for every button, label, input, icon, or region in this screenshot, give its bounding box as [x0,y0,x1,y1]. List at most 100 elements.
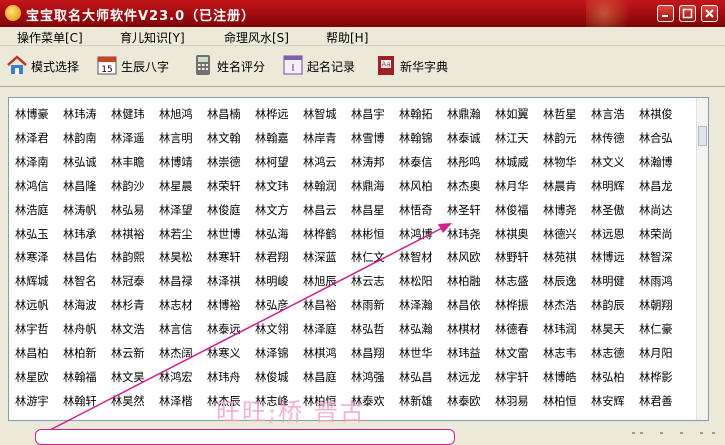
name-item[interactable]: 林世博 [207,226,241,242]
name-item[interactable]: 林世华 [399,345,433,361]
name-item[interactable]: 林瀚博 [639,154,673,170]
name-item[interactable]: 林彬恒 [351,226,385,242]
name-item[interactable]: 林昊天 [591,321,625,337]
name-item[interactable]: 林文方 [255,202,289,218]
name-item[interactable]: 林圣傲 [591,202,625,218]
name-item[interactable]: 林江天 [495,130,529,146]
name-item[interactable]: 林志材 [159,297,193,313]
name-item[interactable]: 林羽易 [495,393,529,409]
name-item[interactable]: 林言明 [159,130,193,146]
name-item[interactable]: 林玮益 [447,345,481,361]
name-item[interactable]: 林昌裕 [303,297,337,313]
name-item[interactable]: 林文雷 [495,345,529,361]
name-item[interactable]: 林星晨 [159,178,193,194]
name-item[interactable]: 林俊福 [495,202,529,218]
name-item[interactable]: 林月阳 [639,345,673,361]
name-item[interactable]: 林泽遥 [111,130,145,146]
name-item[interactable]: 林翰锦 [399,130,433,146]
name-item[interactable]: 林昌佑 [63,249,97,265]
name-item[interactable]: 林德兴 [543,226,577,242]
name-item[interactable]: 林雪博 [351,130,385,146]
name-score-button[interactable]: 姓名评分 [192,51,268,81]
mode-select-button[interactable]: 模式选择 [6,51,84,81]
name-item[interactable]: 林昌隆 [63,178,97,194]
name-item[interactable]: 林柯望 [255,154,289,170]
name-item[interactable]: 林祺奥 [495,226,529,242]
name-item[interactable]: 林昌龙 [639,178,673,194]
name-item[interactable]: 林星欧 [15,369,49,385]
menu-operations[interactable]: 操作菜单[C] [17,29,83,46]
name-item[interactable]: 林晨肯 [543,178,577,194]
name-item[interactable]: 林云新 [111,345,145,361]
name-item[interactable]: 林昌云 [303,202,337,218]
name-item[interactable]: 林弘哲 [351,321,385,337]
name-item[interactable]: 林祺裕 [111,226,145,242]
name-item[interactable]: 林哲星 [543,106,577,122]
name-item[interactable]: 林泽南 [15,154,49,170]
name-item[interactable]: 林君善 [639,393,673,409]
name-item[interactable]: 林荣尚 [639,226,673,242]
name-item[interactable]: 林文翎 [255,321,289,337]
name-item[interactable]: 林柏融 [447,273,481,289]
name-item[interactable]: 林泽庭 [303,321,337,337]
name-item[interactable]: 林桦远 [255,106,289,122]
name-item[interactable]: 林文玮 [255,178,289,194]
name-item[interactable]: 林弘柏 [591,369,625,385]
name-item[interactable]: 林如翼 [495,106,529,122]
name-item[interactable]: 林棋鸿 [303,345,337,361]
name-item[interactable]: 林寒泽 [15,249,49,265]
name-item[interactable]: 林文昊 [111,369,145,385]
name-item[interactable]: 林昌楠 [207,106,241,122]
name-item[interactable]: 林涛邦 [351,154,385,170]
name-item[interactable]: 林祺俊 [639,106,673,122]
name-item[interactable]: 林翰拓 [399,106,433,122]
name-item[interactable]: 林辉城 [15,273,49,289]
name-item[interactable]: 林弘易 [111,202,145,218]
name-item[interactable]: 林鸿宏 [159,369,193,385]
name-item[interactable]: 林俊庭 [207,202,241,218]
name-item[interactable]: 林志德 [591,345,625,361]
name-item[interactable]: 林月华 [495,178,529,194]
name-item[interactable]: 林弘玉 [15,226,49,242]
name-item[interactable]: 林合弘 [639,130,673,146]
dictionary-button[interactable]: Aa 新华字典 [375,51,453,81]
name-item[interactable]: 林昌依 [447,297,481,313]
name-item[interactable]: 林寒轩 [207,249,241,265]
name-item[interactable]: 林宇哲 [15,321,49,337]
name-item[interactable]: 林智材 [399,249,433,265]
name-item[interactable]: 林棋材 [447,321,481,337]
name-item[interactable]: 林杰阔 [159,345,193,361]
vertical-scrollbar[interactable] [696,98,708,420]
name-item[interactable]: 林桦影 [639,369,673,385]
name-item[interactable]: 林游宇 [15,393,49,409]
name-item[interactable]: 林韵熙 [111,249,145,265]
name-item[interactable]: 林新雄 [399,393,433,409]
name-item[interactable]: 林风柏 [399,178,433,194]
name-item[interactable]: 林鼎瀚 [447,106,481,122]
name-item[interactable]: 林韵辰 [591,297,625,313]
name-item[interactable]: 林泽君 [15,130,49,146]
name-item[interactable]: 林松阳 [399,273,433,289]
name-item[interactable]: 林荣轩 [207,178,241,194]
name-item[interactable]: 林悟奇 [399,202,433,218]
name-item[interactable]: 林泽楷 [159,393,193,409]
name-item[interactable]: 林翰嘉 [255,130,289,146]
name-item[interactable]: 林志韦 [543,345,577,361]
name-item[interactable]: 林远帆 [15,297,49,313]
name-item[interactable]: 林泽瀚 [399,297,433,313]
name-item[interactable]: 林鸿博 [399,226,433,242]
name-item[interactable]: 林翰轩 [63,393,97,409]
name-item[interactable]: 林浩庭 [15,202,49,218]
name-item[interactable]: 林鸿云 [303,154,337,170]
name-item[interactable]: 林杰奥 [447,178,481,194]
name-item[interactable]: 林翰福 [63,369,97,385]
name-item[interactable]: 林苑祺 [543,249,577,265]
name-item[interactable]: 林韵沙 [111,178,145,194]
name-item[interactable]: 林物华 [543,154,577,170]
name-item[interactable]: 林舟帆 [63,321,97,337]
name-item[interactable]: 林昊然 [111,393,145,409]
name-item[interactable]: 林城威 [495,154,529,170]
name-item[interactable]: 林文义 [591,154,625,170]
name-item[interactable]: 林健玮 [111,106,145,122]
name-item[interactable]: 林昌宇 [351,106,385,122]
